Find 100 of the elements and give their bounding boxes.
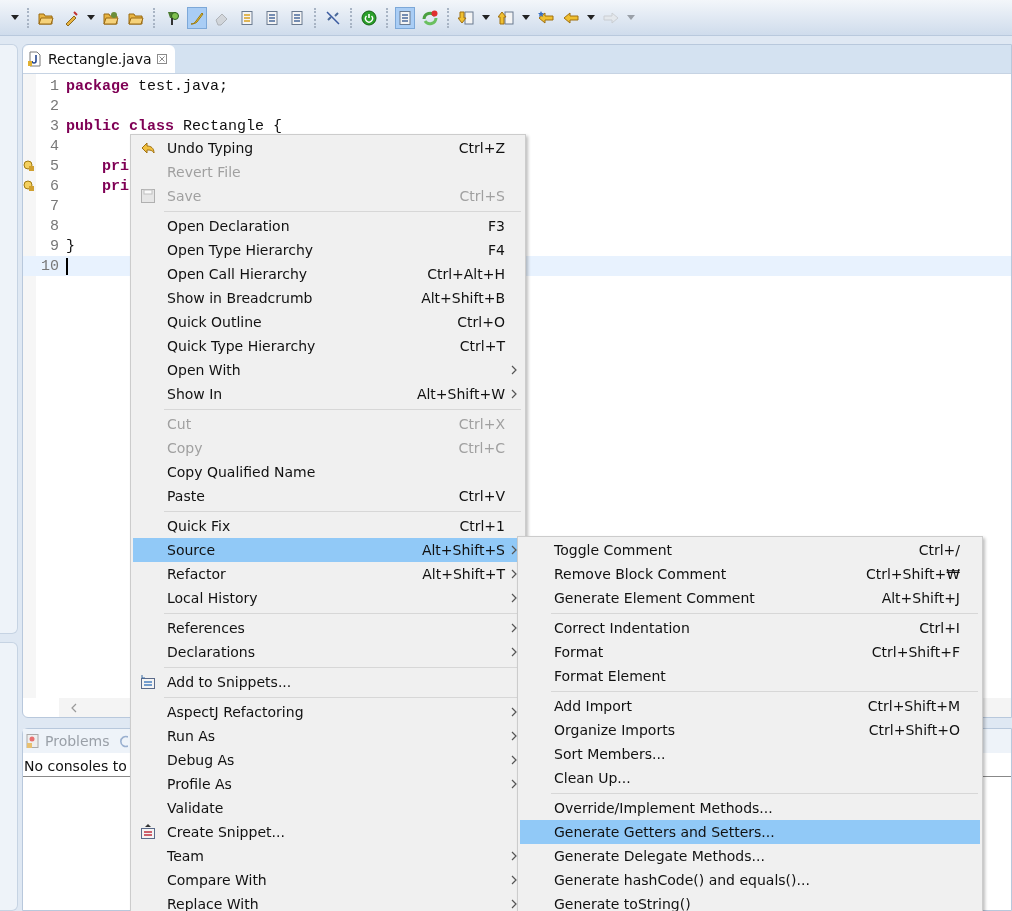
close-icon[interactable] [156,54,167,64]
shortcut-text: Alt+Shift+W [416,386,505,402]
menu-item[interactable]: Correct Indentation Ctrl+I [520,616,980,640]
menu-item-label: Correct Indentation [553,620,691,636]
menu-item[interactable]: Toggle Comment Ctrl+/ [520,538,980,562]
menu-item-label: Local History [166,590,259,606]
brush-icon[interactable] [187,6,207,29]
list-icon[interactable] [395,6,415,29]
menu-item[interactable]: Quick Type Hierarchy Ctrl+T [133,334,523,358]
snippet-icon [140,824,156,840]
menu-item-label: References [166,620,246,636]
menu-item-label: Copy Qualified Name [166,464,317,480]
menu-item-label: Cut [166,416,193,432]
menu-item[interactable]: Open Type Hierarchy F4 [133,238,523,262]
menu-item[interactable]: Show in Breadcrumb Alt+Shift+B [133,286,523,310]
code-line: pri [101,157,129,175]
menu-item-label: AspectJ Refactoring [166,704,305,720]
shortcut-text: Ctrl+/ [918,542,960,558]
menu-item[interactable]: Paste Ctrl+V [133,484,523,508]
shortcut-text: Ctrl+T [459,338,505,354]
menu-item[interactable]: Quick Outline Ctrl+O [133,310,523,334]
menu-item[interactable]: Add Import Ctrl+Shift+M [520,694,980,718]
shortcut-text: Ctrl+Shift+F [871,644,960,660]
line-number: 7 [49,197,60,215]
menu-item-label: Validate [166,800,225,816]
shortcut-text: F4 [488,242,505,258]
menu-item-label: Profile As [166,776,233,792]
line-number: 5 [49,157,60,175]
menu-item[interactable]: Override/Implement Methods... [520,796,980,820]
menu-item-label: Copy [166,440,204,456]
dropdown-caret-icon[interactable] [11,15,19,20]
menu-item-label: Generate Getters and Setters... [553,824,776,840]
line-number: 2 [49,97,60,115]
chevron-right-icon [511,647,517,657]
shortcut-text: Ctrl+Z [458,140,505,156]
shortcut-text: Ctrl+V [458,488,505,504]
menu-item-label: Team [166,848,205,864]
chevron-right-icon [511,899,517,909]
menu-item-label: Show In [166,386,224,402]
chevron-right-icon [511,755,517,765]
shortcut-text: Ctrl+Alt+H [427,266,505,282]
dropdown-caret-icon[interactable] [87,15,95,20]
menu-item-label: Generate toString() [553,896,692,911]
shortcut-text: Ctrl+Shift+O [868,722,960,738]
shortcut-text: Ctrl+C [458,440,505,456]
shortcut-text: Ctrl+1 [459,518,505,534]
chevron-right-icon [511,623,517,633]
menu-item[interactable]: Show In Alt+Shift+W [133,382,523,406]
shortcut-text: Ctrl+Shift+M [867,698,960,714]
code-line: pri [101,177,129,195]
chevron-right-icon [511,875,517,885]
line-number: 6 [49,177,60,195]
menu-item[interactable]: Generate Element Comment Alt+Shift+J [520,586,980,610]
code-line: public class Rectangle { [66,117,283,135]
scroll-left-icon[interactable] [71,702,77,713]
menu-item[interactable]: Open Call Hierarchy Ctrl+Alt+H [133,262,523,286]
dropdown-caret-icon[interactable] [482,15,490,20]
menu-item-label: Paste [166,488,206,504]
menu-item-label: Quick Type Hierarchy [166,338,317,354]
shortcut-text: Ctrl+X [458,416,505,432]
menu-item-label: Open Type Hierarchy [166,242,315,258]
code-line: package test.java; [66,77,229,95]
menu-item[interactable]: Generate Delegate Methods... [520,844,980,868]
menu-item[interactable]: Copy Qualified Name [133,460,523,484]
menu-item[interactable]: Quick Fix Ctrl+1 [133,514,523,538]
menu-item[interactable]: Format Ctrl+Shift+F [520,640,980,664]
editor-tab[interactable]: Rectangle.java [23,45,175,73]
line-number: 1 [49,77,60,95]
menu-item[interactable]: Generate hashCode() and equals()... [520,868,980,892]
menu-item[interactable]: Undo Typing Ctrl+Z [133,136,523,160]
menu-item-label: Open With [166,362,242,378]
menu-item[interactable]: Generate Getters and Setters... [520,820,980,844]
chevron-right-icon [511,851,517,861]
shortcut-text: Alt+Shift+T [422,566,505,582]
chevron-right-icon [511,365,517,375]
shortcut-text: Ctrl+S [459,188,505,204]
menu-item-label: Source [166,542,217,558]
menu-item[interactable]: Open Declaration F3 [133,214,523,238]
snippet-icon [140,674,156,690]
menu-item-label: Save [166,188,203,204]
undo-icon [140,140,156,156]
menu-item[interactable]: Open With [133,358,523,382]
shortcut-text: Alt+Shift+S [421,542,505,558]
chevron-right-icon [511,731,517,741]
chevron-right-icon [511,389,517,399]
menu-item-label: Add to Snippets... [166,674,293,690]
dropdown-caret-icon[interactable] [587,15,595,20]
menu-item[interactable]: Generate toString() [520,892,980,911]
menu-item-label: Override/Implement Methods... [553,800,774,816]
menu-item-label: Replace With [166,896,260,911]
menu-item[interactable]: Remove Block Comment Ctrl+Shift+₩ [520,562,980,586]
text-cursor [66,257,68,275]
menu-item[interactable]: Format Element [520,664,980,688]
menu-item-label: Quick Fix [166,518,232,534]
line-number: 4 [49,137,60,155]
menu-item-label: Revert File [166,164,242,180]
dropdown-caret-icon[interactable] [522,15,530,20]
menu-item-label: Organize Imports [553,722,676,738]
menu-item[interactable]: Organize Imports Ctrl+Shift+O [520,718,980,742]
menu-item-label: Create Snippet... [166,824,286,840]
